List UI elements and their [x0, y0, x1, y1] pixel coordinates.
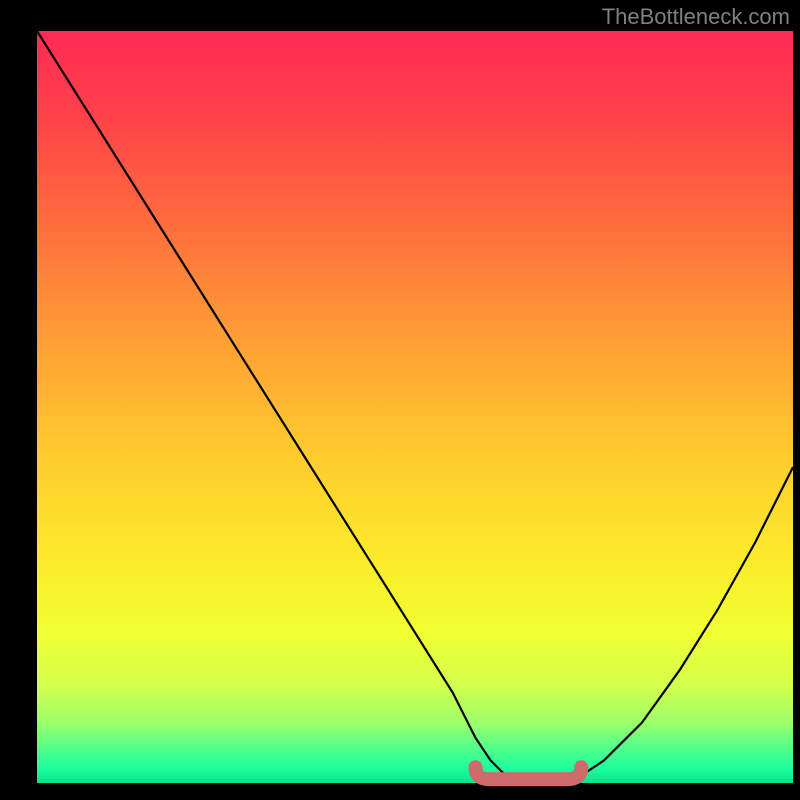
bottleneck-chart [0, 0, 800, 800]
chart-container: TheBottleneck.com [0, 0, 800, 800]
watermark-text: TheBottleneck.com [602, 4, 790, 30]
